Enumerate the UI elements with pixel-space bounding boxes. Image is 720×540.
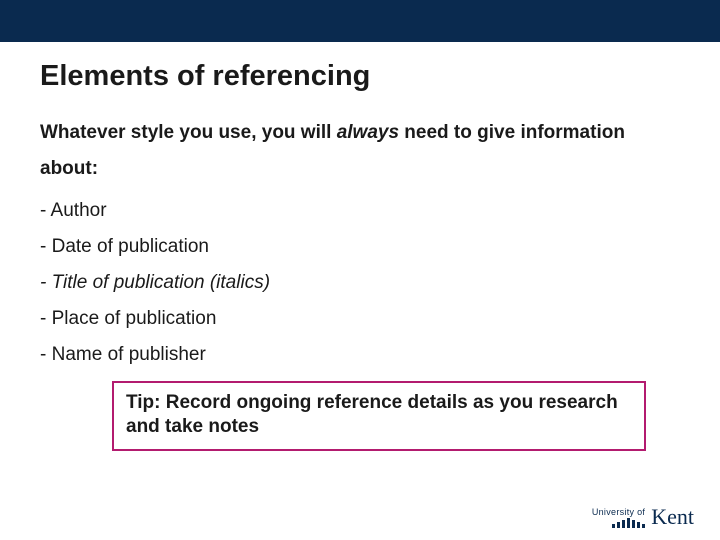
tip-text: Tip: Record ongoing reference details as…	[126, 391, 632, 439]
list-item-text: - Author	[40, 200, 107, 221]
university-logo: University of Kent	[592, 506, 694, 528]
list-item: - Date of publication	[40, 237, 680, 256]
slide-content: Elements of referencing Whatever style y…	[0, 42, 720, 451]
logo-bars-icon	[612, 518, 645, 528]
list-item-text: - Title of publication (italics)	[40, 272, 270, 293]
list-item: - Place of publication	[40, 309, 680, 328]
header-bar	[0, 0, 720, 42]
logo-mark: University of	[592, 507, 645, 528]
list-item: - Author	[40, 201, 680, 220]
list-item: - Title of publication (italics)	[40, 273, 680, 292]
list-item: - Name of publisher	[40, 345, 680, 364]
intro-pre: Whatever style you use, you will	[40, 122, 337, 143]
list-item-text: - Name of publisher	[40, 344, 206, 365]
slide-title: Elements of referencing	[40, 60, 680, 93]
intro-emph: always	[337, 122, 399, 143]
intro-text: Whatever style you use, you will always …	[40, 115, 680, 187]
logo-kent: Kent	[651, 506, 694, 528]
list-item-text: - Place of publication	[40, 308, 216, 329]
logo-university-of: University of	[592, 507, 645, 517]
list-item-text: - Date of publication	[40, 236, 209, 257]
tip-box: Tip: Record ongoing reference details as…	[112, 381, 646, 451]
element-list: - Author - Date of publication - Title o…	[40, 201, 680, 364]
